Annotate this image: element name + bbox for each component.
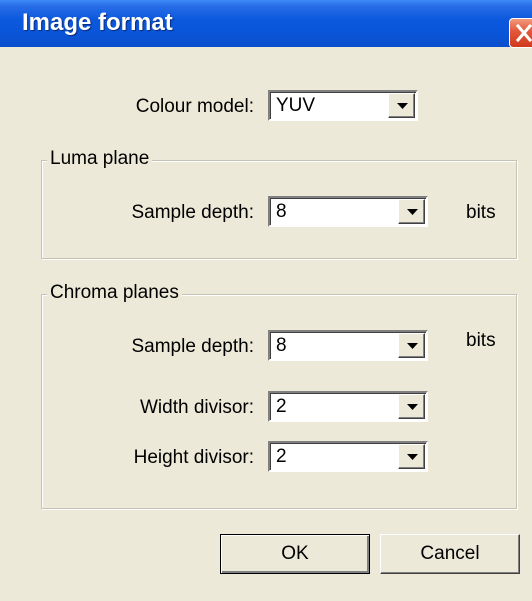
colour-model-dropdown-button[interactable] — [388, 93, 415, 118]
chroma-sample-depth-dropdown-button[interactable] — [398, 333, 425, 358]
height-divisor-dropdown-button[interactable] — [398, 444, 425, 469]
chevron-down-icon — [407, 209, 418, 215]
luma-sample-depth-select[interactable]: 8 — [268, 196, 428, 227]
ok-button[interactable]: OK — [220, 534, 370, 574]
title-bar[interactable]: Image format — [0, 0, 532, 48]
height-divisor-select[interactable]: 2 — [268, 441, 428, 472]
chroma-planes-legend: Chroma planes — [47, 282, 182, 304]
width-divisor-dropdown-button[interactable] — [398, 394, 425, 419]
chevron-down-icon — [407, 343, 418, 349]
cancel-button[interactable]: Cancel — [380, 534, 520, 574]
luma-sample-depth-label: Sample depth: — [131, 202, 254, 223]
luma-sample-depth-dropdown-button[interactable] — [398, 199, 425, 224]
height-divisor-value: 2 — [276, 446, 287, 467]
chroma-sample-depth-label: Sample depth: — [131, 336, 254, 357]
close-button[interactable] — [509, 18, 532, 48]
colour-model-label: Colour model: — [135, 96, 254, 117]
width-divisor-label: Width divisor: — [139, 397, 254, 418]
luma-bits-unit: bits — [466, 202, 496, 223]
close-icon — [515, 23, 532, 43]
dialog-title: Image format — [22, 9, 173, 36]
colour-model-value: YUV — [276, 95, 316, 116]
chroma-bits-unit: bits — [466, 330, 496, 351]
chevron-down-icon — [397, 103, 408, 109]
width-divisor-select[interactable]: 2 — [268, 391, 428, 422]
width-divisor-value: 2 — [276, 396, 287, 417]
chroma-sample-depth-select[interactable]: 8 — [268, 330, 428, 361]
image-format-dialog: Image format Colour model: YUV Luma plan… — [0, 0, 532, 601]
chevron-down-icon — [407, 404, 418, 410]
chroma-sample-depth-value: 8 — [276, 335, 287, 356]
colour-model-select[interactable]: YUV — [268, 90, 418, 121]
luma-sample-depth-value: 8 — [276, 201, 287, 222]
luma-plane-legend: Luma plane — [47, 148, 153, 170]
height-divisor-label: Height divisor: — [133, 447, 254, 468]
chevron-down-icon — [407, 454, 418, 460]
